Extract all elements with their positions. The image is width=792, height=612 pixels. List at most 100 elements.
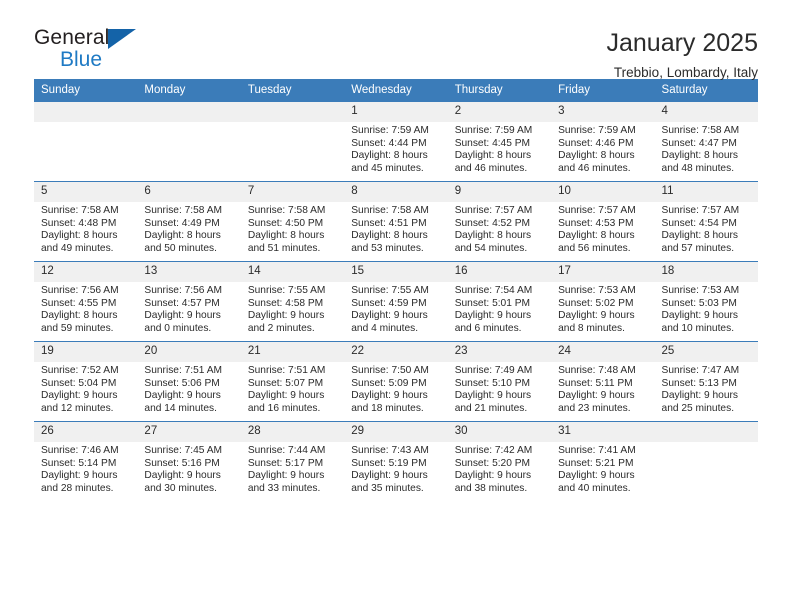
weekday-header-sunday: Sunday <box>34 79 138 102</box>
day-number: 28 <box>240 422 345 442</box>
day-detail-line: Sunrise: 7:59 AM <box>558 125 636 136</box>
day-detail-line: and 35 minutes. <box>351 482 424 494</box>
day-detail-line: and 49 minutes. <box>41 242 114 254</box>
calendar-day-cell[interactable]: 1 Sunrise: 7:59 AM Sunset: 4:44 PM Daylight… <box>344 101 448 182</box>
day-detail-line: Daylight: 8 hours <box>351 230 428 242</box>
day-detail-line: Sunset: 4:46 PM <box>558 137 634 149</box>
calendar-day-cell[interactable]: 5 Sunrise: 7:58 AM Sunset: 4:48 PM Daylight… <box>34 181 138 262</box>
day-detail-line: and 54 minutes. <box>454 242 528 254</box>
calendar-day-cell[interactable]: 23 Sunrise: 7:49 AM Sunset: 5:10 PM Dayligh… <box>447 341 552 422</box>
calendar-day-cell[interactable]: 17 Sunrise: 7:53 AM Sunset: 5:02 PM Dayligh… <box>551 261 655 342</box>
day-detail-line: Sunset: 5:13 PM <box>661 377 737 389</box>
day-number: 19 <box>34 342 138 362</box>
day-number: 1 <box>344 102 448 122</box>
day-detail-line: Sunset: 5:16 PM <box>144 457 220 469</box>
calendar-day-cell[interactable]: 3 Sunrise: 7:59 AM Sunset: 4:46 PM Daylight… <box>551 101 655 182</box>
day-detail-line: Daylight: 9 hours <box>41 470 118 482</box>
day-number: 5 <box>34 182 138 202</box>
day-number: 12 <box>34 262 138 282</box>
day-detail-line: Sunrise: 7:47 AM <box>661 365 740 376</box>
day-details: Sunrise: 7:59 AM Sunset: 4:46 PM Daylight:… <box>551 122 654 175</box>
day-detail-line: Daylight: 9 hours <box>247 310 325 322</box>
day-details <box>137 122 240 125</box>
day-detail-line: Daylight: 9 hours <box>351 390 428 402</box>
calendar-day-cell[interactable]: 13 Sunrise: 7:56 AM Sunset: 4:57 PM Dayligh… <box>137 261 241 342</box>
calendar-day-cell[interactable]: 7 Sunrise: 7:58 AM Sunset: 4:50 PM Daylight… <box>240 181 345 262</box>
page-title: January 2025 <box>606 29 758 57</box>
day-cell-inner: 14 Sunrise: 7:55 AM Sunset: 4:58 PM Dayligh… <box>240 262 345 341</box>
day-detail-line: Daylight: 9 hours <box>661 310 738 322</box>
general-blue-logo[interactable]: General Blue <box>34 26 146 74</box>
calendar-day-cell[interactable]: 20 Sunrise: 7:51 AM Sunset: 5:06 PM Dayligh… <box>137 341 241 422</box>
calendar-empty-cell <box>34 101 138 182</box>
day-detail-line: Sunset: 4:55 PM <box>41 297 117 309</box>
day-detail-line: Daylight: 8 hours <box>661 150 738 162</box>
day-cell-inner <box>34 102 138 181</box>
day-cell-inner <box>137 102 241 181</box>
calendar-day-cell[interactable]: 6 Sunrise: 7:58 AM Sunset: 4:49 PM Daylight… <box>137 181 241 262</box>
weekday-header-thursday: Thursday <box>447 79 552 102</box>
day-details: Sunrise: 7:56 AM Sunset: 4:57 PM Daylight:… <box>137 282 240 335</box>
day-detail-line: and 2 minutes. <box>247 322 315 334</box>
day-detail-line: Sunset: 5:01 PM <box>454 297 531 309</box>
day-detail-line: and 23 minutes. <box>558 402 631 414</box>
day-number: 8 <box>344 182 448 202</box>
day-cell-inner: 12 Sunrise: 7:56 AM Sunset: 4:55 PM Dayligh… <box>34 262 138 341</box>
day-number: 25 <box>654 342 758 362</box>
day-detail-line: Daylight: 9 hours <box>144 470 221 482</box>
calendar-day-cell[interactable]: 12 Sunrise: 7:56 AM Sunset: 4:55 PM Dayligh… <box>34 261 138 342</box>
day-cell-inner: 10 Sunrise: 7:57 AM Sunset: 4:53 PM Dayligh… <box>551 182 655 261</box>
day-detail-line: and 16 minutes. <box>247 402 321 414</box>
calendar-day-cell[interactable]: 25 Sunrise: 7:47 AM Sunset: 5:13 PM Dayligh… <box>654 341 758 422</box>
calendar-day-cell[interactable]: 14 Sunrise: 7:55 AM Sunset: 4:58 PM Dayligh… <box>240 261 345 342</box>
day-details: Sunrise: 7:57 AM Sunset: 4:54 PM Daylight:… <box>655 202 758 255</box>
day-cell-inner: 7 Sunrise: 7:58 AM Sunset: 4:50 PM Daylight… <box>240 182 345 261</box>
day-detail-line: Sunrise: 7:41 AM <box>558 445 636 456</box>
calendar-day-cell[interactable]: 15 Sunrise: 7:55 AM Sunset: 4:59 PM Dayligh… <box>344 261 448 342</box>
calendar-day-cell[interactable]: 26 Sunrise: 7:46 AM Sunset: 5:14 PM Dayligh… <box>34 421 138 501</box>
day-detail-line: and 38 minutes. <box>454 482 528 494</box>
day-number: 11 <box>654 182 758 202</box>
calendar-day-cell[interactable]: 10 Sunrise: 7:57 AM Sunset: 4:53 PM Dayligh… <box>551 181 655 262</box>
day-detail-line: Sunset: 5:04 PM <box>41 377 117 389</box>
calendar-day-cell[interactable]: 8 Sunrise: 7:58 AM Sunset: 4:51 PM Daylight… <box>344 181 448 262</box>
day-cell-inner: 6 Sunrise: 7:58 AM Sunset: 4:49 PM Daylight… <box>137 182 241 261</box>
calendar-day-cell[interactable]: 24 Sunrise: 7:48 AM Sunset: 5:11 PM Dayligh… <box>551 341 655 422</box>
calendar-day-cell[interactable]: 2 Sunrise: 7:59 AM Sunset: 4:45 PM Daylight… <box>447 101 552 182</box>
day-detail-line: and 46 minutes. <box>558 162 631 174</box>
day-cell-inner: 22 Sunrise: 7:50 AM Sunset: 5:09 PM Dayligh… <box>344 342 448 421</box>
day-details: Sunrise: 7:56 AM Sunset: 4:55 PM Daylight:… <box>34 282 137 335</box>
day-cell-inner: 11 Sunrise: 7:57 AM Sunset: 4:54 PM Dayligh… <box>654 182 758 261</box>
calendar-day-cell[interactable]: 11 Sunrise: 7:57 AM Sunset: 4:54 PM Dayligh… <box>654 181 758 262</box>
calendar-empty-cell <box>654 421 758 501</box>
day-detail-line: Daylight: 9 hours <box>351 470 428 482</box>
title-block: January 2025 Trebbio, Lombardy, Italy <box>606 26 758 83</box>
day-cell-inner: 28 Sunrise: 7:44 AM Sunset: 5:17 PM Dayligh… <box>240 422 345 501</box>
day-detail-line: Sunset: 5:17 PM <box>247 457 324 469</box>
day-number: 18 <box>654 262 758 282</box>
calendar-day-cell[interactable]: 29 Sunrise: 7:43 AM Sunset: 5:19 PM Dayligh… <box>344 421 448 501</box>
calendar-grid: Sunday Monday Tuesday Wednesday Thursday Frid… <box>34 79 758 501</box>
day-number: 3 <box>551 102 655 122</box>
day-detail-line: and 10 minutes. <box>661 322 735 334</box>
day-number: 30 <box>447 422 552 442</box>
logo-text-general: General <box>34 26 110 49</box>
calendar-day-cell[interactable]: 22 Sunrise: 7:50 AM Sunset: 5:09 PM Dayligh… <box>344 341 448 422</box>
day-detail-line: Sunset: 5:02 PM <box>558 297 634 309</box>
calendar-day-cell[interactable]: 30 Sunrise: 7:42 AM Sunset: 5:20 PM Dayligh… <box>447 421 552 501</box>
calendar-day-cell[interactable]: 19 Sunrise: 7:52 AM Sunset: 5:04 PM Dayligh… <box>34 341 138 422</box>
calendar-day-cell[interactable]: 16 Sunrise: 7:54 AM Sunset: 5:01 PM Dayligh… <box>447 261 552 342</box>
day-detail-line: and 4 minutes. <box>351 322 419 334</box>
calendar-day-cell[interactable]: 21 Sunrise: 7:51 AM Sunset: 5:07 PM Dayligh… <box>240 341 345 422</box>
calendar-day-cell[interactable]: 27 Sunrise: 7:45 AM Sunset: 5:16 PM Dayligh… <box>137 421 241 501</box>
calendar-day-cell[interactable]: 18 Sunrise: 7:53 AM Sunset: 5:03 PM Dayligh… <box>654 261 758 342</box>
day-detail-line: and 45 minutes. <box>351 162 424 174</box>
day-detail-line: Sunrise: 7:58 AM <box>41 205 119 216</box>
calendar-day-cell[interactable]: 31 Sunrise: 7:41 AM Sunset: 5:21 PM Dayligh… <box>551 421 655 501</box>
day-cell-inner <box>654 422 758 501</box>
day-detail-line: Sunrise: 7:57 AM <box>454 205 533 216</box>
calendar-day-cell[interactable]: 4 Sunrise: 7:58 AM Sunset: 4:47 PM Daylight… <box>654 101 758 182</box>
calendar-day-cell[interactable]: 28 Sunrise: 7:44 AM Sunset: 5:17 PM Dayligh… <box>240 421 345 501</box>
day-detail-line: and 14 minutes. <box>144 402 217 414</box>
calendar-day-cell[interactable]: 9 Sunrise: 7:57 AM Sunset: 4:52 PM Daylight… <box>447 181 552 262</box>
